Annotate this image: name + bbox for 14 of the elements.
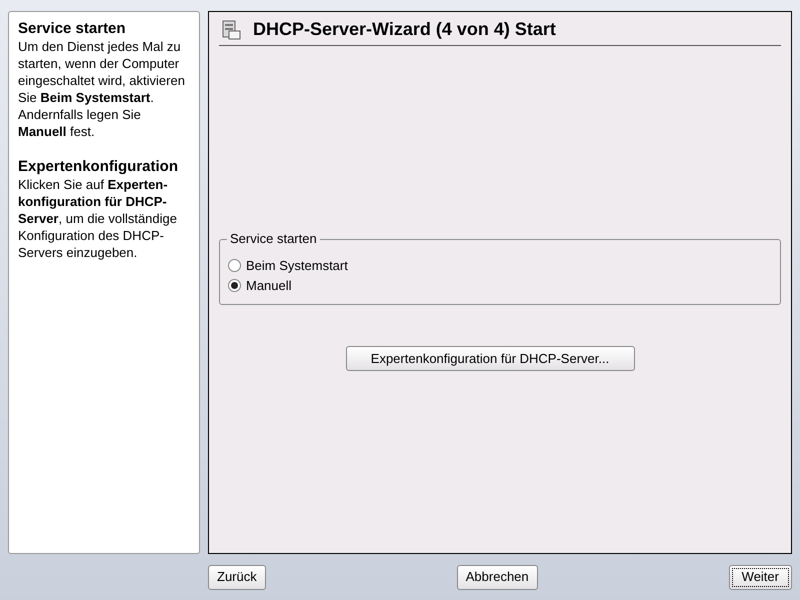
radio-option[interactable]: Manuell [228,277,292,294]
help-heading: Expertenkonfiguration [18,158,180,176]
cancel-button[interactable]: Abbrechen [456,564,538,590]
next-button[interactable]: Weiter [728,564,792,590]
radio-button[interactable] [228,279,241,292]
help-paragraph: Um den Dienst jedes Mal zu starten, wenn der Computer eingeschaltet wird, aktivieren Sie Beim Systemstart. Andernfalls legen Sie Manuell fest. [18,38,186,140]
window-title: DHCP-Server-Wizard (4 von 4) Start [253,18,556,41]
expert-config-button[interactable]: Expertenkonfiguration für DHCP-Server... [346,346,634,371]
radio-button[interactable] [228,259,241,272]
server-icon [221,20,241,40]
radio-option[interactable]: Beim Systemstart [228,257,348,274]
help-paragraph: Klicken Sie auf Experten-konfiguration für DHCP-Server, um die vollständige Konfiguration des DHCP-Servers einzugeben. [18,176,178,261]
back-button[interactable]: Zurück [208,564,266,590]
help-heading: Service starten [18,20,127,38]
